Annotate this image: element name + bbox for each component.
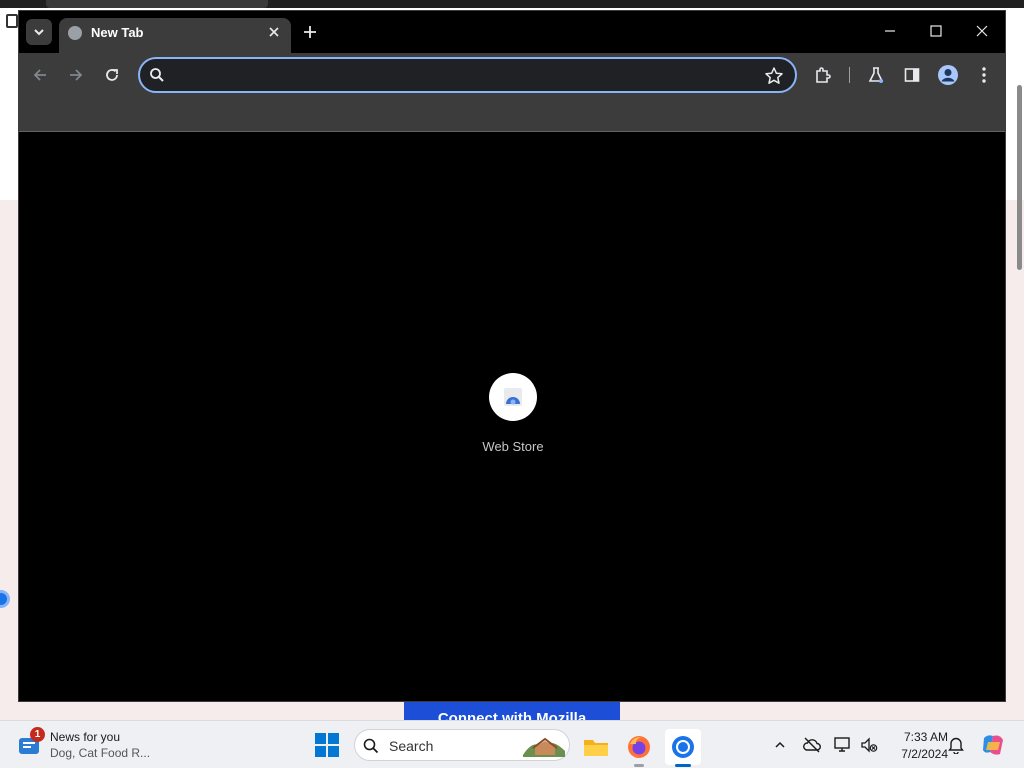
display-button[interactable] — [833, 735, 853, 755]
toolbar-divider — [849, 67, 850, 83]
new-tab-button[interactable] — [299, 21, 321, 43]
bell-icon — [948, 737, 964, 754]
chrome-icon — [672, 736, 694, 758]
windows-start-icon[interactable] — [314, 732, 340, 758]
chrome-active-indicator — [675, 764, 691, 767]
tab-new-tab[interactable]: New Tab — [59, 18, 291, 53]
news-badge: 1 — [30, 727, 45, 742]
volume-button[interactable] — [859, 735, 879, 755]
firefox-icon — [628, 736, 650, 758]
plus-icon — [304, 26, 316, 38]
search-icon — [150, 68, 164, 82]
address-bar[interactable] — [138, 57, 797, 93]
cloud-offline-icon — [803, 737, 821, 753]
maximize-button[interactable] — [913, 17, 959, 45]
close-icon — [976, 25, 988, 37]
tab-close-button[interactable] — [265, 23, 283, 41]
volume-muted-icon — [861, 737, 878, 753]
back-button[interactable] — [26, 61, 54, 89]
news-title: News for you — [50, 730, 121, 744]
menu-button[interactable] — [970, 61, 998, 89]
search-icon — [363, 738, 379, 754]
file-explorer-button[interactable] — [578, 729, 614, 765]
tab-strip: New Tab — [19, 11, 1005, 53]
taskbar-search-label: Search — [389, 738, 434, 754]
background-scrollbar[interactable] — [1017, 85, 1022, 270]
tab-title: New Tab — [91, 25, 144, 40]
extensions-button[interactable] — [809, 61, 837, 89]
globe-icon — [68, 26, 82, 40]
star-icon[interactable] — [764, 66, 784, 86]
web-store-icon — [504, 388, 522, 406]
window-close-button[interactable] — [959, 17, 1005, 45]
firefox-running-indicator — [634, 764, 644, 767]
forward-button[interactable] — [62, 61, 90, 89]
chrome-button[interactable] — [665, 729, 701, 767]
search-highlight-art-icon — [523, 737, 565, 757]
news-widget[interactable]: 1 News for you Dog, Cat Food R... — [18, 727, 158, 763]
side-panel-icon — [904, 68, 920, 82]
close-icon — [269, 27, 279, 37]
chevron-up-icon — [775, 741, 785, 748]
taskbar-search[interactable]: Search — [354, 729, 570, 761]
show-hidden-icons-button[interactable] — [770, 735, 790, 755]
shortcut-label: Web Store — [482, 439, 544, 454]
news-subtitle: Dog, Cat Food R... — [50, 746, 151, 760]
taskbar: 1 News for you Dog, Cat Food R... Search… — [0, 720, 1024, 768]
background-tab — [46, 0, 268, 8]
background-window-icon — [6, 14, 18, 28]
copilot-icon — [983, 735, 1003, 755]
notifications-button[interactable] — [946, 735, 966, 755]
profile-icon — [938, 65, 958, 85]
profile-button[interactable] — [934, 61, 962, 89]
reload-icon — [106, 69, 118, 81]
toolbar — [19, 53, 1005, 97]
forward-arrow-icon — [70, 69, 83, 81]
shortcut-web-store[interactable]: Web Store — [465, 373, 561, 454]
labs-button[interactable] — [862, 61, 890, 89]
puzzle-icon — [816, 67, 831, 83]
bookmark-bar — [19, 97, 1005, 132]
browser-window: New Tab Web Store — [18, 10, 1006, 702]
kebab-menu-icon — [982, 67, 986, 83]
connect-with-mozilla-button[interactable]: Connect with Mozilla — [404, 702, 620, 720]
monitor-icon — [834, 737, 850, 752]
system-clock[interactable]: 7:33 AM 7/2/2024 — [888, 729, 948, 763]
onedrive-status-button[interactable] — [802, 735, 822, 755]
side-panel-button[interactable] — [898, 61, 926, 89]
chevron-down-icon — [34, 29, 44, 36]
shortcut-tile[interactable] — [489, 373, 537, 421]
copilot-button[interactable] — [980, 732, 1006, 758]
firefox-button[interactable] — [621, 729, 657, 767]
address-input[interactable] — [174, 63, 754, 87]
new-tab-page: Web Store — [19, 132, 1005, 701]
folder-icon — [584, 740, 608, 756]
minimize-icon — [885, 30, 895, 32]
minimize-button[interactable] — [867, 17, 913, 45]
back-arrow-icon — [33, 69, 46, 81]
reload-button[interactable] — [98, 61, 126, 89]
clock-time: 7:33 AM — [903, 730, 948, 744]
flask-icon — [868, 67, 884, 83]
maximize-icon — [930, 25, 942, 37]
clock-date: 7/2/2024 — [901, 747, 948, 761]
tab-search-button[interactable] — [26, 19, 52, 45]
